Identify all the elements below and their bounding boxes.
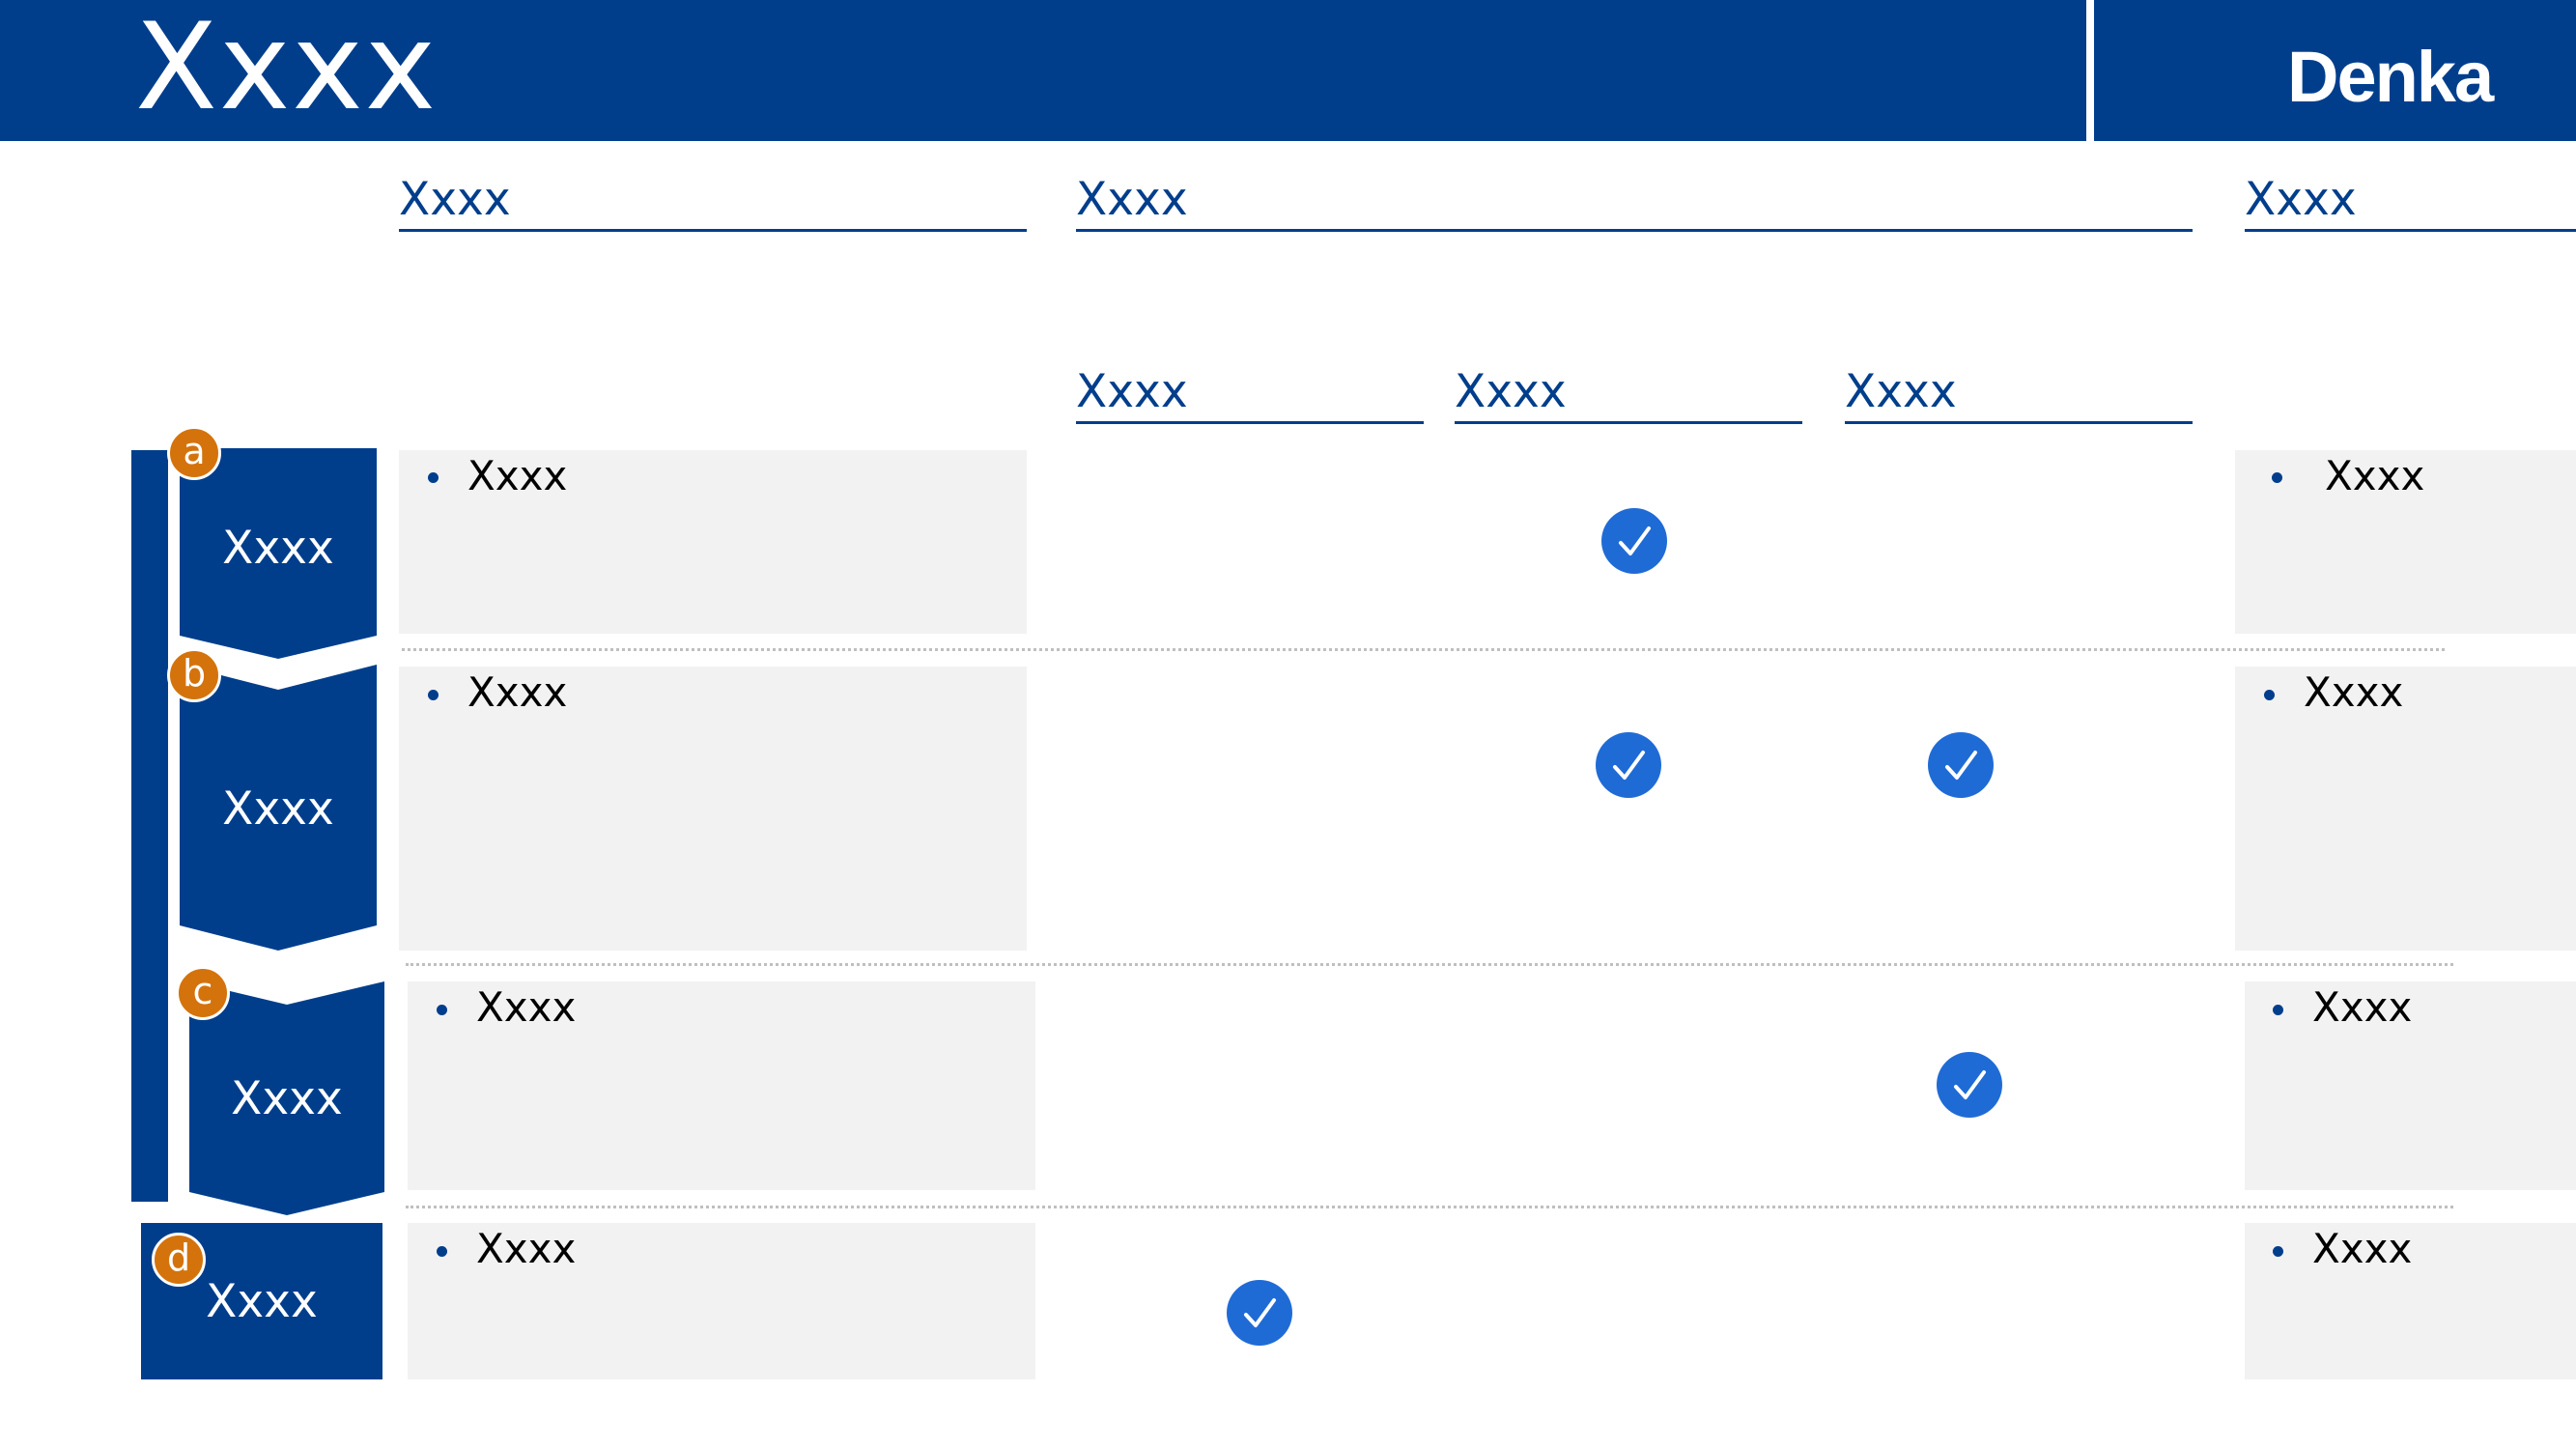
denka-logo: Denka [2287,37,2494,117]
bullet-text-left-1: Xxxx [467,452,568,499]
bullet-right-4 [2273,1246,2283,1257]
content-box-right-2 [2235,667,2576,951]
bullet-right-3 [2273,1005,2283,1015]
row-separator-3 [406,1206,2453,1208]
sub-column-header-3: Xxxx [1845,363,2193,424]
check-circle-icon [1928,732,1994,798]
bullet-text-right-4: Xxxx [2312,1225,2413,1272]
process-bar [131,450,168,1202]
page-title: Xxxx [135,0,439,137]
step-marker-a: a [167,426,221,480]
step-marker-c: c [176,966,230,1020]
column-header-3: Xxxx [2245,171,2576,232]
bullet-text-left-4: Xxxx [476,1225,577,1272]
bullet-left-3 [437,1005,447,1015]
bullet-left-1 [428,472,439,483]
header-divider [2086,0,2094,141]
bullet-left-2 [428,690,439,700]
row-separator-2 [406,963,2453,966]
bullet-text-right-2: Xxxx [2304,668,2404,716]
bullet-text-right-1: Xxxx [2325,452,2425,499]
check-circle-icon [1596,732,1661,798]
column-header-2: Xxxx [1076,171,2193,232]
step-label-b: Xxxx [222,782,334,836]
check-circle-icon [1937,1052,2002,1118]
slide: Xxxx Denka Xxxx Xxxx Xxxx Xxxx Xxxx Xxxx… [0,0,2576,1449]
sub-column-header-1: Xxxx [1076,363,1424,424]
sub-column-header-2: Xxxx [1455,363,1802,424]
bullet-right-1 [2272,472,2282,483]
check-circle-icon [1601,508,1667,574]
bullet-text-right-3: Xxxx [2312,983,2413,1031]
column-header-1: Xxxx [399,171,1027,232]
bullet-left-4 [437,1246,447,1257]
bullet-text-left-3: Xxxx [476,983,577,1031]
check-circle-icon [1227,1280,1292,1346]
step-label-a: Xxxx [222,522,334,575]
step-marker-b: b [167,648,221,702]
step-label-c: Xxxx [231,1072,343,1125]
bullet-right-2 [2264,690,2275,700]
row-separator-1 [402,648,2445,651]
step-marker-d: d [152,1233,206,1287]
bullet-text-left-2: Xxxx [467,668,568,716]
